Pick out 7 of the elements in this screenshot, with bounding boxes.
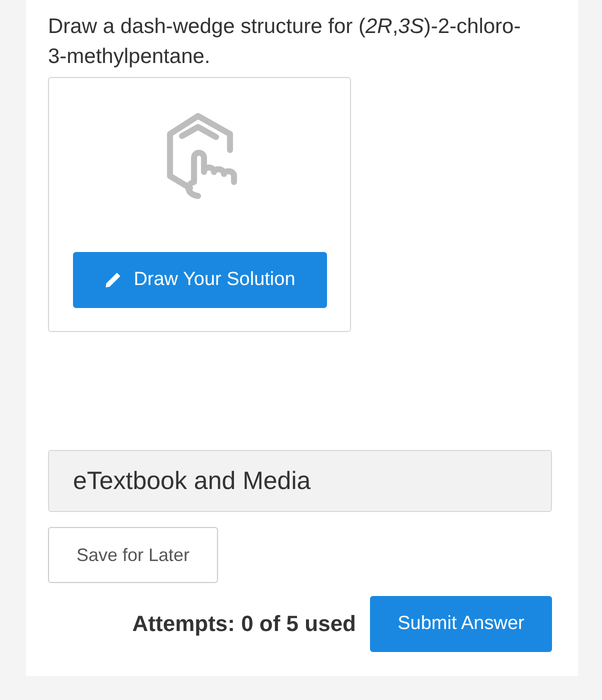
attempts-text: Attempts: 0 of 5 used: [132, 611, 356, 637]
submit-answer-button[interactable]: Submit Answer: [370, 596, 552, 652]
pencil-icon: [104, 271, 122, 289]
draw-solution-button[interactable]: Draw Your Solution: [72, 252, 326, 308]
etextbook-media-bar[interactable]: eTextbook and Media: [48, 450, 552, 512]
save-for-later-button[interactable]: Save for Later: [48, 527, 218, 583]
question-text: Draw a dash-wedge structure for (2R,3S)-2-chloro-3-methylpentane.: [48, 14, 522, 70]
